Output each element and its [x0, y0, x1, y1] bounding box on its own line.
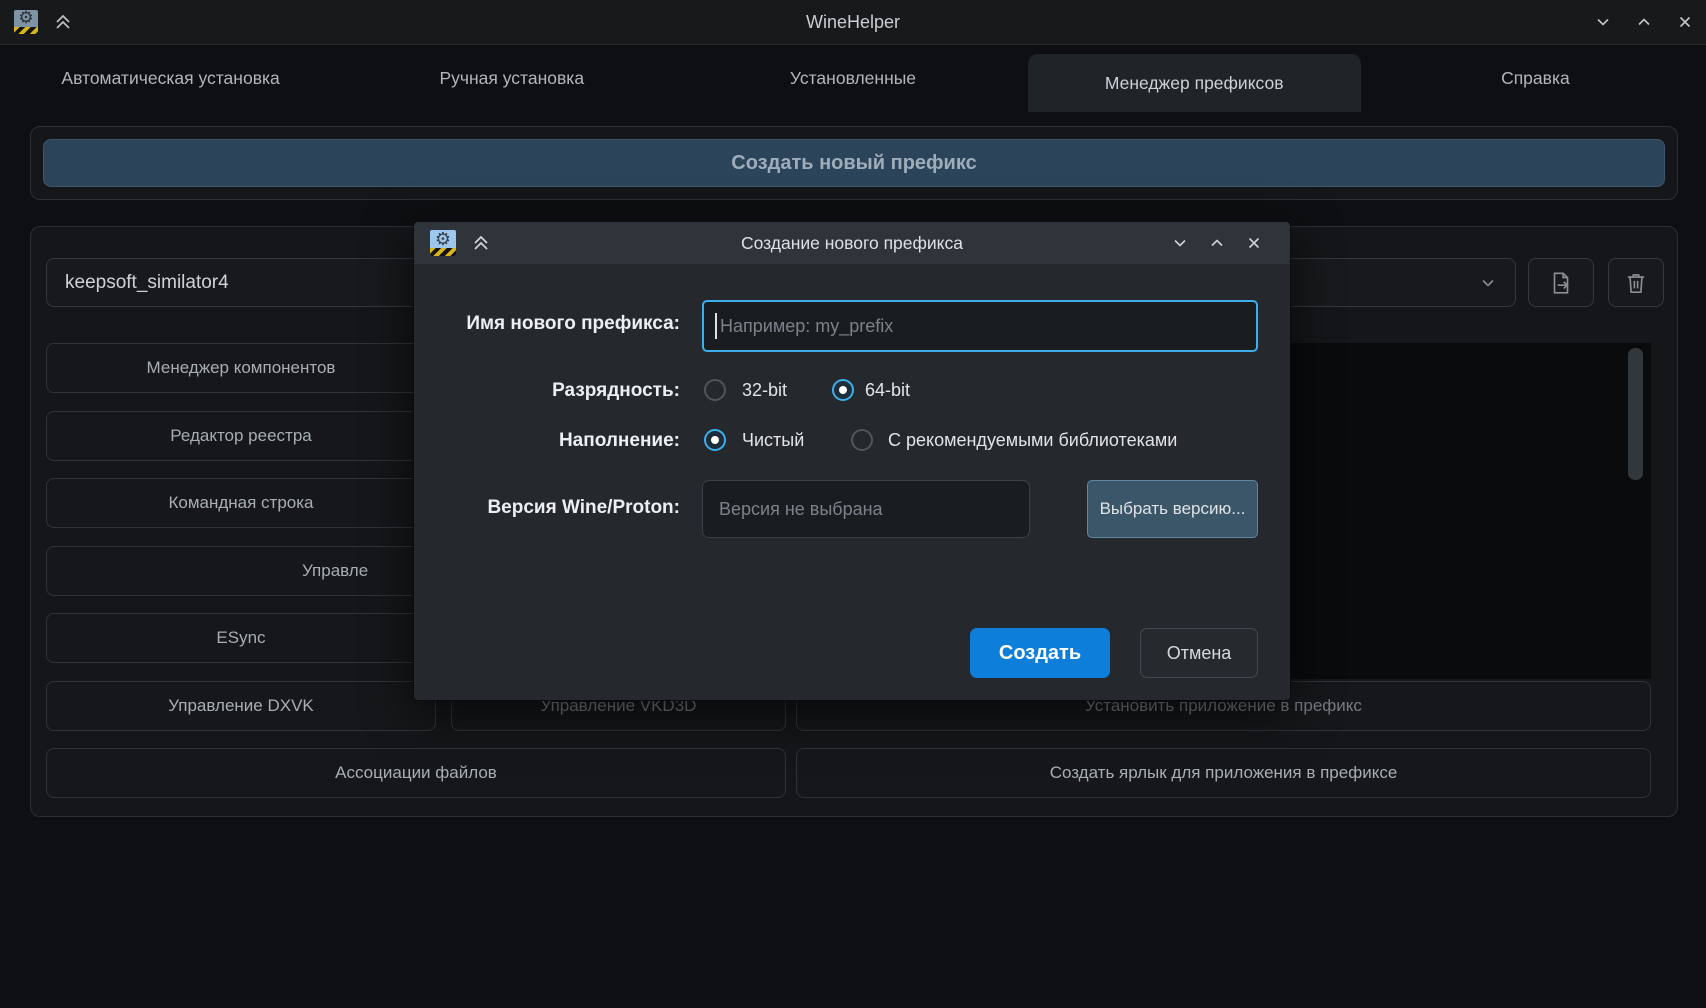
file-associations-button[interactable]: Ассоциации файлов	[46, 748, 786, 798]
esync-button[interactable]: ESync	[46, 613, 436, 663]
create-shortcut-button[interactable]: Создать ярлык для приложения в префиксе	[796, 748, 1651, 798]
window-maximize-button[interactable]	[1636, 14, 1652, 30]
radio-64bit-label[interactable]: 64-bit	[865, 379, 910, 401]
close-icon	[1677, 14, 1693, 30]
dialog-minimize-button[interactable]	[1172, 235, 1188, 251]
chevron-down-icon	[1479, 274, 1497, 292]
create-new-prefix-button[interactable]: Создать новый префикс	[43, 139, 1665, 187]
prefix-name-label: Имя нового префикса:	[434, 313, 680, 335]
arch-label: Разрядность:	[434, 380, 680, 402]
create-prefix-dialog: ⚙ Создание нового префикса	[414, 222, 1290, 700]
delete-prefix-button[interactable]	[1608, 258, 1664, 307]
radio-32bit-label[interactable]: 32-bit	[742, 379, 787, 401]
dialog-titlebar: ⚙ Создание нового префикса	[414, 222, 1290, 264]
window-close-button[interactable]	[1677, 14, 1693, 30]
prefix-name-input[interactable]	[702, 300, 1258, 352]
radio-64bit[interactable]	[832, 379, 854, 401]
text-caret	[715, 313, 717, 339]
dialog-title: Создание нового префикса	[414, 222, 1290, 264]
radio-recommended-libs-label[interactable]: С рекомендуемыми библиотеками	[888, 429, 1177, 451]
main-titlebar: ⚙ WineHelper	[0, 0, 1706, 45]
winehelper-window: ⚙ WineHelper Автомат	[0, 0, 1706, 1008]
chevron-up-icon	[1209, 235, 1225, 251]
radio-clean[interactable]	[704, 429, 726, 451]
list-scrollbar[interactable]	[1628, 348, 1643, 480]
tab-bar: Автоматическая установка Ручная установк…	[0, 44, 1706, 112]
radio-recommended-libs[interactable]	[851, 429, 873, 451]
chevron-down-icon	[1595, 14, 1611, 30]
chevron-up-icon	[1636, 14, 1652, 30]
registry-editor-button[interactable]: Редактор реестра	[46, 411, 436, 461]
trash-icon	[1623, 270, 1649, 296]
prefix-select-value: keepsoft_similator4	[65, 272, 229, 294]
window-minimize-button[interactable]	[1595, 14, 1611, 30]
dialog-close-button[interactable]	[1246, 235, 1262, 251]
window-title: WineHelper	[0, 0, 1706, 44]
cancel-button[interactable]: Отмена	[1140, 628, 1258, 678]
chevron-down-icon	[1172, 235, 1188, 251]
choose-version-button[interactable]: Выбрать версию...	[1087, 480, 1258, 538]
export-prefix-button[interactable]	[1528, 258, 1594, 307]
dialog-maximize-button[interactable]	[1209, 235, 1225, 251]
create-prefix-panel: Создать новый префикс	[30, 126, 1678, 200]
fill-label: Наполнение:	[434, 430, 680, 452]
document-export-icon	[1548, 270, 1574, 296]
dxvk-button[interactable]: Управление DXVK	[46, 681, 436, 731]
wine-version-label: Версия Wine/Proton:	[434, 497, 680, 519]
tab-help[interactable]: Справка	[1365, 44, 1706, 112]
tab-auto-install[interactable]: Автоматическая установка	[0, 44, 341, 112]
radio-32bit[interactable]	[704, 379, 726, 401]
create-button[interactable]: Создать	[970, 628, 1110, 678]
components-manager-button[interactable]: Менеджер компонентов	[46, 343, 436, 393]
close-icon	[1246, 235, 1262, 251]
command-line-button[interactable]: Командная строка	[46, 478, 436, 528]
tab-manual-install[interactable]: Ручная установка	[341, 44, 682, 112]
wine-version-field[interactable]	[702, 480, 1030, 538]
tab-prefix-manager[interactable]: Менеджер префиксов	[1028, 54, 1361, 112]
tab-installed[interactable]: Установленные	[682, 44, 1023, 112]
radio-clean-label[interactable]: Чистый	[742, 429, 804, 451]
